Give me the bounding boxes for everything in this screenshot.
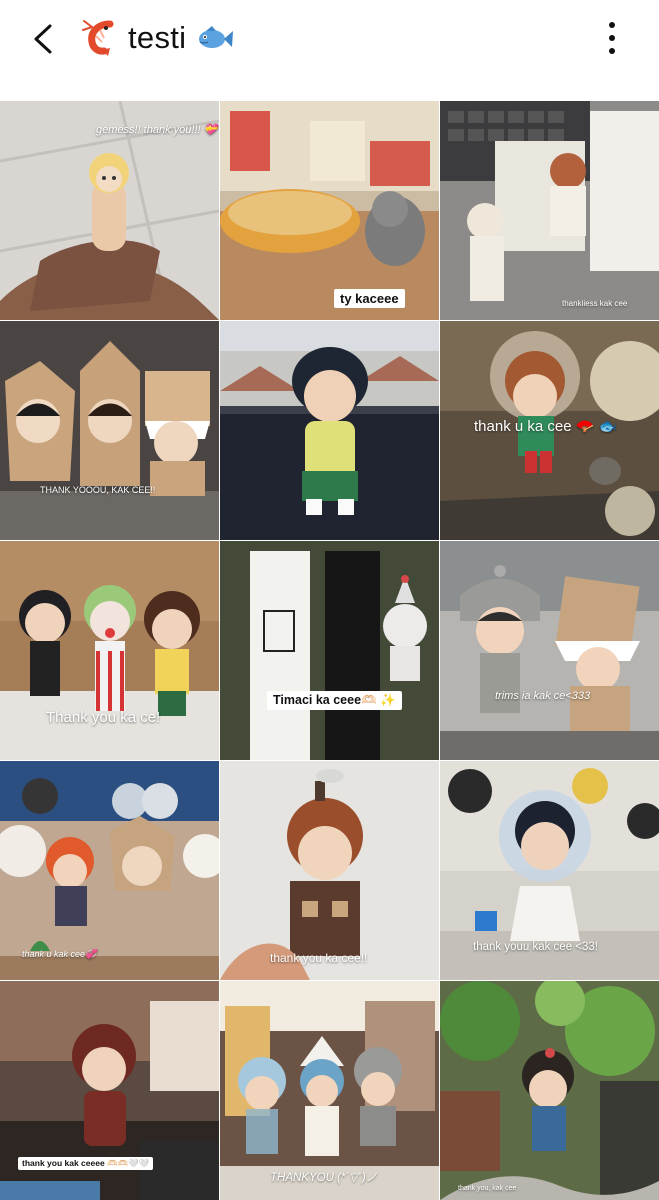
grid-photo-6[interactable]: thank u ka cee 🪭 🐟: [440, 321, 659, 540]
photo-image: [440, 101, 659, 320]
photo-caption: thank you ka cee!!: [270, 951, 368, 965]
photo-image: [220, 101, 439, 320]
shrimp-icon: [82, 20, 114, 56]
photo-image: [220, 321, 439, 540]
photo-image: [440, 541, 659, 760]
photo-caption: thank u ka cee 🪭 🐟: [474, 418, 618, 435]
grid-photo-15[interactable]: thank you, kak cee: [440, 981, 659, 1200]
photo-caption: thank you kak ceeee 🫶🏻🫶🏻🤍🤍: [18, 1157, 154, 1170]
profile-title: testi: [80, 16, 234, 60]
photo-image: [0, 761, 219, 980]
grid-photo-10[interactable]: thank u kak cee💞: [0, 761, 219, 980]
photo-caption: thank youu kak cee <33!: [473, 941, 598, 953]
grid-photo-5[interactable]: [220, 321, 439, 540]
grid-photo-1[interactable]: gemess!! thank you!!! 💝: [0, 101, 219, 320]
photo-caption: trims ia kak ce<333: [495, 690, 591, 702]
photo-caption: gemess!! thank you!!! 💝: [96, 124, 218, 136]
photo-image: [220, 541, 439, 760]
grid-photo-3[interactable]: thankiiess kak cee: [440, 101, 659, 320]
photo-image: [440, 981, 659, 1200]
grid-photo-8[interactable]: Timaci ka ceee🫶🏻 ✨: [220, 541, 439, 760]
photo-image: [220, 761, 439, 980]
grid-photo-12[interactable]: thank youu kak cee <33!: [440, 761, 659, 980]
page-title: testi: [128, 20, 187, 55]
photo-caption: thank you, kak cee: [458, 1185, 517, 1192]
more-dot: [609, 35, 615, 41]
more-dot: [609, 48, 615, 54]
photo-image: [0, 321, 219, 540]
photo-caption: THANKYOU (*´▽`)ノ: [270, 1172, 378, 1184]
grid-photo-9[interactable]: trims ia kak ce<333: [440, 541, 659, 760]
photo-image: [0, 541, 219, 760]
photo-caption: THANK YOOOU, KAK CEE!!: [40, 485, 156, 495]
photo-caption: thankiiess kak cee: [562, 299, 628, 308]
more-options-button[interactable]: [596, 16, 628, 60]
grid-photo-14[interactable]: THANKYOU (*´▽`)ノ: [220, 981, 439, 1200]
photo-caption: ty kaceee: [334, 289, 405, 308]
more-vertical-icon: [609, 22, 615, 28]
photo-image: [220, 981, 439, 1200]
grid-photo-2[interactable]: ty kaceee: [220, 101, 439, 320]
grid-photo-7[interactable]: Thank you ka ce!: [0, 541, 219, 760]
app-header: testi: [0, 0, 659, 100]
chevron-left-icon: [34, 24, 52, 54]
grid-photo-4[interactable]: THANK YOOOU, KAK CEE!!: [0, 321, 219, 540]
back-button[interactable]: [22, 12, 66, 64]
photo-caption: Thank you ka ce!: [46, 709, 161, 726]
photo-caption: Timaci ka ceee🫶🏻 ✨: [267, 691, 402, 710]
grid-photo-11[interactable]: thank you ka cee!!: [220, 761, 439, 980]
grid-photo-13[interactable]: thank you kak ceeee 🫶🏻🫶🏻🤍🤍: [0, 981, 219, 1200]
photo-caption: thank u kak cee💞: [22, 949, 97, 959]
photo-grid: gemess!! thank you!!! 💝 ty kaceee thanki…: [0, 101, 659, 1200]
fish-icon: [199, 26, 234, 48]
